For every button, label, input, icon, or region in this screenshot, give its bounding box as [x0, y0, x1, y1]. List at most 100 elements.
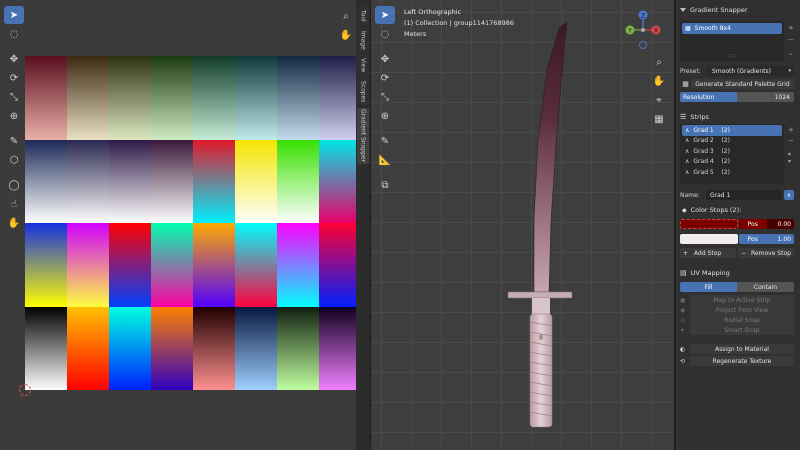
remove-strip-icon[interactable]: − [788, 137, 794, 145]
palette-swatch[interactable] [193, 306, 235, 390]
cursor-icon[interactable]: ➤ [4, 6, 24, 24]
camera-icon[interactable]: ⌖ [651, 92, 667, 108]
strip-list-item[interactable]: ∧ Grad 3 (2) [682, 146, 782, 157]
palette-swatch[interactable] [319, 56, 361, 140]
tab-gradient-snapper[interactable]: Gradient Snapper [357, 108, 369, 164]
palette-swatch[interactable] [25, 139, 67, 223]
grab-icon[interactable]: ☝ [4, 195, 24, 213]
annotate-icon[interactable]: ✎ [4, 132, 24, 150]
add-palette-icon[interactable]: + [788, 24, 794, 32]
palette-swatch[interactable] [235, 139, 277, 223]
palette-swatch[interactable] [25, 56, 67, 140]
move-icon[interactable]: ✥ [375, 50, 395, 68]
palette-swatch[interactable] [193, 139, 235, 223]
tab-scopes[interactable]: Scopes [357, 78, 369, 106]
stop-1-position-slider[interactable]: Pos 0.00 [739, 219, 794, 229]
palette-swatch[interactable] [151, 306, 193, 390]
palette-swatch[interactable] [235, 306, 277, 390]
panel-header[interactable]: Gradient Snapper [676, 3, 800, 17]
stop-2-position-slider[interactable]: Pos 1.00 [739, 234, 794, 244]
remove-palette-icon[interactable]: − [788, 36, 794, 44]
pinch-icon[interactable]: ✋ [4, 214, 24, 232]
palette-swatch[interactable] [109, 139, 151, 223]
preset-dropdown[interactable]: Smooth (Gradients) ▾ [706, 66, 794, 76]
resize-handle-icon[interactable]: :::: [728, 53, 735, 59]
uv-mapping-header[interactable]: ▤ UV Mapping [676, 266, 800, 280]
palette-swatch[interactable] [319, 139, 361, 223]
palette-swatch[interactable] [25, 306, 67, 390]
rotate-icon[interactable]: ⟳ [4, 69, 24, 87]
fill-toggle[interactable]: Fill [680, 282, 737, 292]
3d-viewport[interactable]: ➤ ◌ ✥ ⟳ ⤡ ⊕ ✎ 📐 ⧉ Left Orthographic (1) … [371, 0, 674, 450]
knife-model[interactable] [501, 20, 591, 432]
palette-swatch[interactable] [109, 56, 151, 140]
stop-2-color-swatch[interactable] [680, 234, 738, 244]
palette-swatch[interactable] [151, 139, 193, 223]
zoom-icon[interactable]: ⌕ [338, 8, 354, 24]
color-stops-header[interactable]: ◆ Color Stops (2): [678, 203, 800, 217]
project-from-view-button[interactable]: Project from View [690, 305, 794, 315]
palette-swatch[interactable] [277, 56, 319, 140]
move-strip-down-icon[interactable]: ▾ [788, 158, 791, 165]
lasso-icon[interactable]: ◯ [4, 176, 24, 194]
palette-swatch[interactable] [277, 306, 319, 390]
zoom-icon[interactable]: ⌕ [651, 54, 667, 70]
resolution-slider[interactable]: Resolution 1024 [680, 92, 794, 102]
measure-icon[interactable]: 📐 [375, 151, 395, 169]
map-active-strip-button[interactable]: Map to Active Strip [690, 295, 794, 305]
circle-select-icon[interactable]: ◌ [4, 25, 24, 43]
strips-header[interactable]: ☰ Strips [676, 110, 800, 124]
palette-swatch[interactable] [193, 56, 235, 140]
grid-icon[interactable]: ▦ [651, 111, 667, 127]
palette-swatch[interactable] [319, 306, 361, 390]
palette-swatch[interactable] [277, 223, 319, 307]
palette-swatch[interactable] [319, 223, 361, 307]
palette-swatch[interactable] [67, 139, 109, 223]
remove-stop-button[interactable]: − Remove Stop [738, 248, 794, 258]
palette-swatch[interactable] [67, 56, 109, 140]
circle-select-icon[interactable]: ◌ [375, 25, 395, 43]
radial-snap-button[interactable]: Radial Snap [690, 315, 794, 325]
hand-icon[interactable]: ✋ [651, 73, 667, 89]
tab-view[interactable]: View [357, 54, 369, 76]
strip-list-item[interactable]: ∧ Grad 4 (2) [682, 157, 782, 168]
list-menu-icon[interactable]: ⌄ [788, 50, 793, 57]
strip-list-item[interactable]: ∧ Grad 5 (2) [682, 167, 782, 178]
tab-image[interactable]: Image [357, 28, 369, 52]
palette-swatch[interactable] [151, 223, 193, 307]
move-strip-up-icon[interactable]: ▴ [788, 150, 791, 157]
hand-icon[interactable]: ✋ [338, 27, 354, 43]
name-field[interactable]: Grad 1 [706, 190, 782, 200]
smart-snap-button[interactable]: Smart Snap [690, 325, 794, 335]
palette-swatch[interactable] [25, 223, 67, 307]
transform-icon[interactable]: ⊕ [375, 107, 395, 125]
strip-list-item[interactable]: ∧ Grad 1 (2) [682, 125, 782, 136]
palette-swatch[interactable] [109, 306, 151, 390]
add-stop-button[interactable]: + Add Stop [680, 248, 736, 258]
add-strip-icon[interactable]: + [788, 126, 794, 134]
gradient-type-icon[interactable]: ∧ [784, 190, 794, 200]
scale-icon[interactable]: ⤡ [375, 88, 395, 106]
generate-grid-button[interactable]: Generate Standard Palette Grid [691, 79, 794, 89]
annotate-icon[interactable]: ✎ [375, 132, 395, 150]
stop-1-color-swatch[interactable] [680, 219, 738, 229]
navigation-gizmo[interactable]: Y Z X [621, 8, 665, 52]
palette-swatch[interactable] [193, 223, 235, 307]
palette-swatch[interactable] [67, 223, 109, 307]
palette-swatch[interactable] [277, 139, 319, 223]
move-icon[interactable]: ✥ [4, 50, 24, 68]
palette-swatch[interactable] [67, 306, 109, 390]
contain-toggle[interactable]: Contain [737, 282, 794, 292]
scale-icon[interactable]: ⤡ [4, 88, 24, 106]
cube-icon[interactable]: ⬡ [4, 151, 24, 169]
palette-swatch[interactable] [151, 56, 193, 140]
rotate-icon[interactable]: ⟳ [375, 69, 395, 87]
transform-icon[interactable]: ⊕ [4, 107, 24, 125]
cursor-icon[interactable]: ➤ [375, 6, 395, 24]
palette-swatch[interactable] [235, 56, 277, 140]
regenerate-texture-button[interactable]: Regenerate Texture [690, 356, 794, 366]
strip-list-item[interactable]: ∧ Grad 2 (2) [682, 136, 782, 147]
palette-swatch[interactable] [235, 223, 277, 307]
tab-tool[interactable]: Tool [357, 6, 369, 26]
palette-swatch[interactable] [109, 223, 151, 307]
